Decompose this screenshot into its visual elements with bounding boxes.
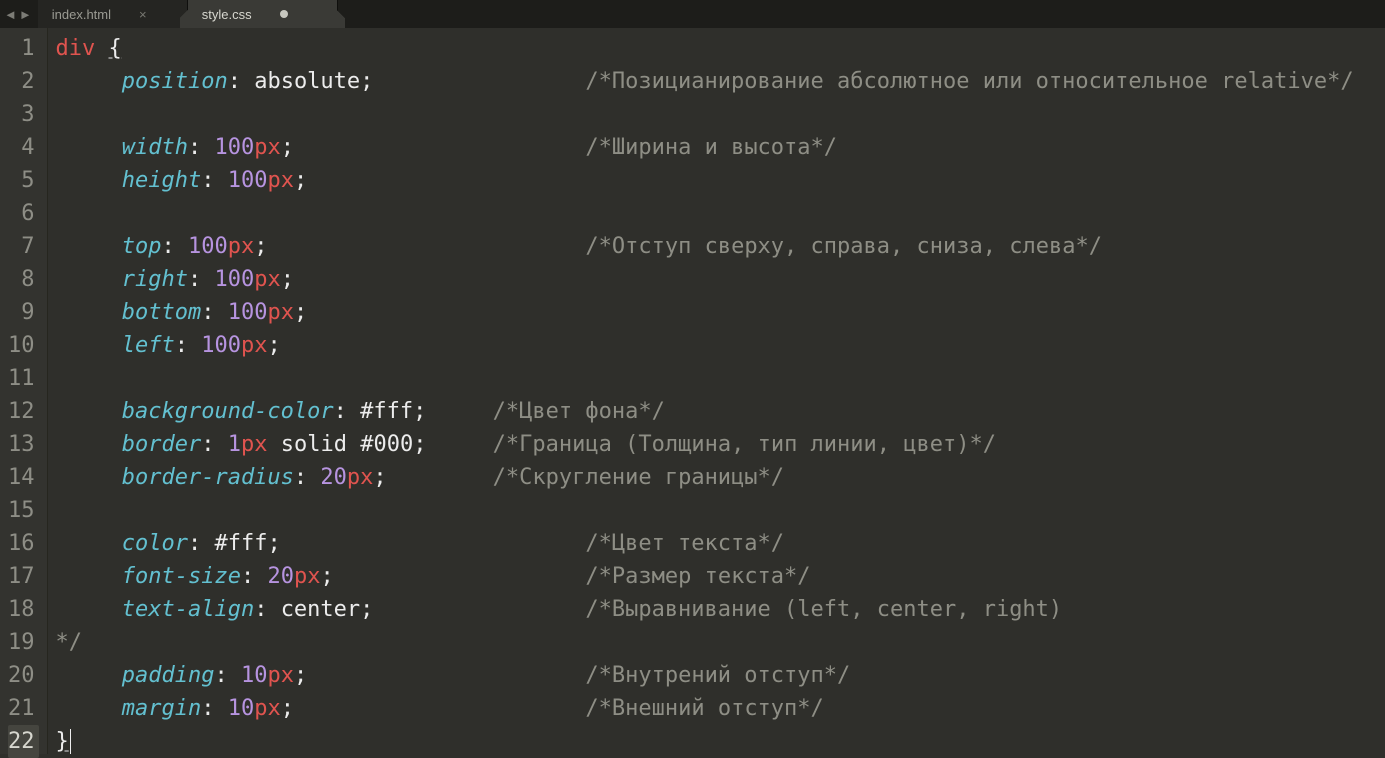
- code-line: }: [56, 725, 1354, 758]
- code-line: position: absolute; /*Позицианирование а…: [56, 65, 1354, 98]
- unsaved-indicator-icon: [280, 10, 288, 18]
- line-number: 4: [8, 131, 35, 164]
- tab-style-css[interactable]: style.css: [188, 0, 338, 28]
- code-line: width: 100px; /*Ширина и высота*/: [56, 131, 1354, 164]
- line-number: 15: [8, 494, 35, 527]
- line-number: 6: [8, 197, 35, 230]
- line-number: 1: [8, 32, 35, 65]
- code-line: bottom: 100px;: [56, 296, 1354, 329]
- code-line: [56, 362, 1354, 395]
- code-line: padding: 10px; /*Внутрений отступ*/: [56, 659, 1354, 692]
- nav-back-icon[interactable]: ◄: [4, 8, 17, 21]
- code-line: background-color: #fff; /*Цвет фона*/: [56, 395, 1354, 428]
- code-line: margin: 10px; /*Внешний отступ*/: [56, 692, 1354, 725]
- code-line: border-radius: 20px; /*Скругление границ…: [56, 461, 1354, 494]
- line-number: 5: [8, 164, 35, 197]
- code-line: div {: [56, 32, 1354, 65]
- line-number: 11: [8, 362, 35, 395]
- line-number: 8: [8, 263, 35, 296]
- line-number: 10: [8, 329, 35, 362]
- code-line: left: 100px;: [56, 329, 1354, 362]
- line-number: 14: [8, 461, 35, 494]
- code-line: */: [56, 626, 1354, 659]
- code-line: font-size: 20px; /*Размер текста*/: [56, 560, 1354, 593]
- tab-title: style.css: [202, 7, 252, 22]
- code-line: height: 100px;: [56, 164, 1354, 197]
- line-number: 18: [8, 593, 35, 626]
- line-number: 13: [8, 428, 35, 461]
- nav-forward-icon[interactable]: ►: [19, 8, 32, 21]
- line-number: 20: [8, 659, 35, 692]
- tab-index-html[interactable]: index.html ×: [38, 0, 188, 28]
- code-line: text-align: center; /*Выравнивание (left…: [56, 593, 1354, 626]
- line-number-gutter: 12345678910111213141516171819202122: [0, 28, 48, 754]
- code-line: [56, 197, 1354, 230]
- code-line: [56, 98, 1354, 131]
- code-line: [56, 494, 1354, 527]
- line-number: 19: [8, 626, 35, 659]
- line-number: 3: [8, 98, 35, 131]
- line-number: 12: [8, 395, 35, 428]
- line-number: 17: [8, 560, 35, 593]
- code-line: color: #fff; /*Цвет текста*/: [56, 527, 1354, 560]
- code-line: top: 100px; /*Отступ сверху, справа, сни…: [56, 230, 1354, 263]
- tab-title: index.html: [52, 7, 111, 22]
- close-icon[interactable]: ×: [139, 7, 147, 22]
- code-editor[interactable]: 12345678910111213141516171819202122 div …: [0, 28, 1385, 754]
- line-number: 16: [8, 527, 35, 560]
- code-area[interactable]: div { position: absolute; /*Позицианиров…: [48, 28, 1354, 754]
- code-line: border: 1px solid #000; /*Граница (Толщи…: [56, 428, 1354, 461]
- line-number: 22: [8, 725, 39, 758]
- tab-history-nav: ◄ ►: [0, 0, 38, 28]
- line-number: 7: [8, 230, 35, 263]
- line-number: 21: [8, 692, 35, 725]
- tab-bar: ◄ ► index.html × style.css: [0, 0, 1385, 28]
- code-line: right: 100px;: [56, 263, 1354, 296]
- line-number: 2: [8, 65, 35, 98]
- line-number: 9: [8, 296, 35, 329]
